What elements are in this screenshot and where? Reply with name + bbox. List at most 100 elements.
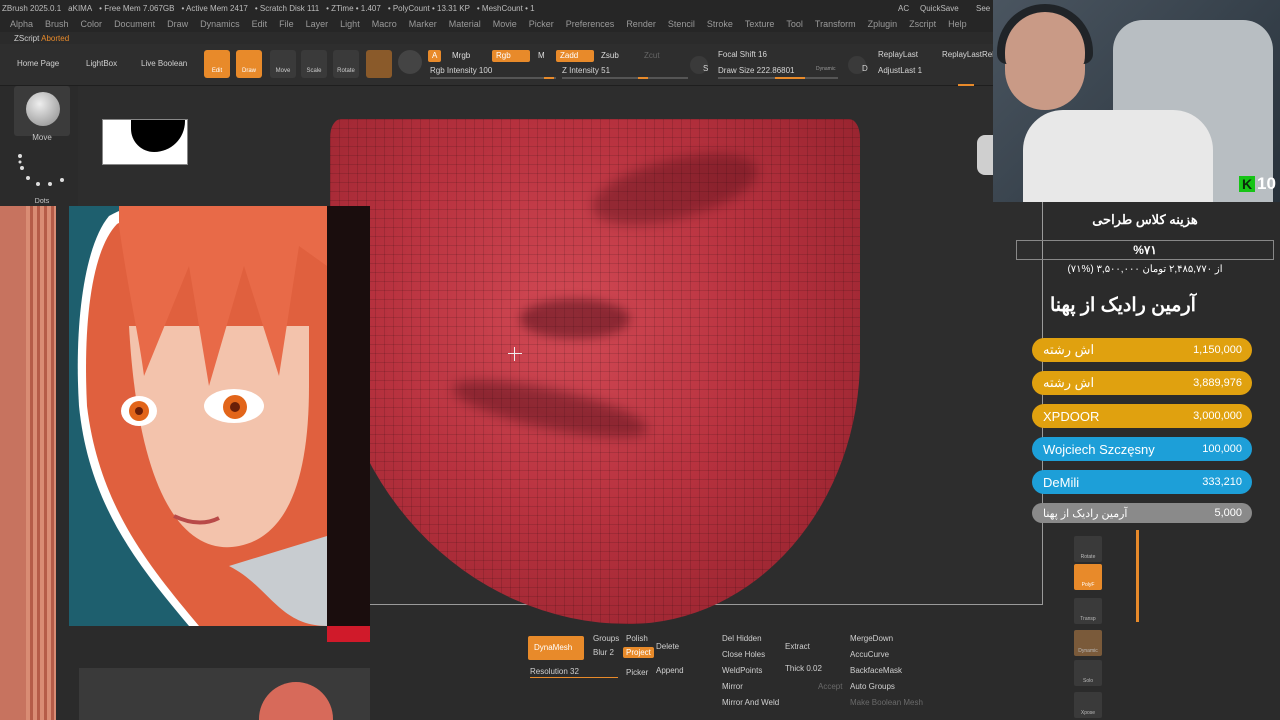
make-boolean-mesh-button[interactable]: Make Boolean Mesh bbox=[850, 698, 923, 707]
rgb-toggle[interactable]: Rgb bbox=[492, 50, 530, 62]
menu-item[interactable]: Transform bbox=[815, 19, 856, 29]
menu-item[interactable]: Light bbox=[340, 19, 360, 29]
menu-item[interactable]: Document bbox=[114, 19, 155, 29]
z-intensity-slider[interactable]: Z Intensity 51 bbox=[562, 66, 610, 75]
brush-thumbnail[interactable] bbox=[14, 86, 70, 136]
live-boolean-button[interactable]: Live Boolean bbox=[141, 59, 187, 68]
auto-groups-button[interactable]: Auto Groups bbox=[850, 682, 895, 691]
weldpoints-button[interactable]: WeldPoints bbox=[722, 666, 762, 675]
rgb-intensity-slider[interactable]: Rgb Intensity 100 bbox=[430, 66, 492, 75]
menu-item[interactable]: Draw bbox=[167, 19, 188, 29]
menu-item[interactable]: Edit bbox=[252, 19, 268, 29]
rotate-mode-button[interactable]: Rotate bbox=[333, 50, 359, 78]
menu-item[interactable]: Dynamics bbox=[200, 19, 240, 29]
polish-toggle[interactable]: Polish bbox=[626, 634, 648, 643]
a-toggle[interactable]: A bbox=[428, 50, 442, 62]
nose-shadow bbox=[520, 299, 630, 339]
adjust-last-slider[interactable]: AdjustLast 1 bbox=[878, 66, 922, 75]
dynamic-toggle[interactable]: Dynamic bbox=[816, 66, 835, 72]
del-hidden-button[interactable]: Del Hidden bbox=[722, 634, 762, 643]
resolution-slider[interactable]: Resolution 32 bbox=[530, 667, 579, 676]
menu-item[interactable]: Brush bbox=[45, 19, 69, 29]
thick-slider[interactable]: Thick 0.02 bbox=[785, 664, 822, 673]
replay-last-button[interactable]: ReplayLast bbox=[878, 50, 918, 59]
dynamic-button[interactable]: Dynamic bbox=[1074, 630, 1102, 656]
menu-item[interactable]: Stroke bbox=[707, 19, 733, 29]
menu-item[interactable]: Stencil bbox=[668, 19, 695, 29]
free-mem: • Free Mem 7.067GB bbox=[99, 3, 175, 13]
gradient-icon[interactable] bbox=[398, 50, 422, 74]
menu-item[interactable]: Material bbox=[449, 19, 481, 29]
menu-item[interactable]: File bbox=[279, 19, 294, 29]
menu-item[interactable]: Movie bbox=[493, 19, 517, 29]
alpha-sketch-thumbnail[interactable] bbox=[102, 119, 188, 165]
quicksave-button[interactable]: QuickSave bbox=[920, 4, 959, 13]
dynamesh-button[interactable]: DynaMesh bbox=[528, 636, 584, 660]
delete-button[interactable]: Delete bbox=[656, 642, 679, 651]
kick-logo-icon: K bbox=[1239, 176, 1255, 192]
material-icon[interactable] bbox=[366, 50, 392, 78]
rotate-button[interactable]: Rotate bbox=[1074, 536, 1102, 562]
ac-button[interactable]: AC bbox=[898, 4, 909, 13]
see-through-button[interactable]: See bbox=[976, 4, 990, 13]
donor-amount: 3,889,976 bbox=[1193, 377, 1242, 389]
zcut-toggle[interactable]: Zcut bbox=[640, 50, 664, 62]
menu-item[interactable]: Render bbox=[626, 19, 656, 29]
draw-size-slider[interactable]: Draw Size 222.86801 bbox=[718, 66, 795, 75]
sculpt-mesh-face[interactable] bbox=[330, 119, 860, 624]
stroke-thumbnail[interactable] bbox=[14, 148, 70, 198]
mirror-button[interactable]: Mirror bbox=[722, 682, 743, 691]
close-holes-button[interactable]: Close Holes bbox=[722, 650, 765, 659]
focal-shift-slider[interactable]: Focal Shift 16 bbox=[718, 50, 767, 59]
lightbox-button[interactable]: LightBox bbox=[86, 59, 117, 68]
project-toggle[interactable]: Project bbox=[623, 647, 654, 658]
menu-item[interactable]: Help bbox=[948, 19, 967, 29]
menu-item[interactable]: Alpha bbox=[10, 19, 33, 29]
active-mem: • Active Mem 2417 bbox=[181, 3, 248, 13]
m-toggle[interactable]: M bbox=[534, 50, 549, 62]
groups-toggle[interactable]: Groups bbox=[593, 634, 619, 643]
accucurve-toggle[interactable]: AccuCurve bbox=[850, 650, 889, 659]
zscript-state: Aborted bbox=[41, 34, 70, 43]
replay-last-rel-button[interactable]: ReplayLastRel bbox=[942, 50, 994, 59]
move-mode-button[interactable]: Move bbox=[270, 50, 296, 78]
menu-item[interactable]: Color bbox=[81, 19, 103, 29]
menu-item[interactable]: Macro bbox=[372, 19, 397, 29]
scale-mode-button[interactable]: Scale bbox=[301, 50, 327, 78]
solo-button[interactable]: Solo bbox=[1074, 660, 1102, 686]
polyf-button[interactable]: PolyF bbox=[1074, 564, 1102, 590]
edit-mode-button[interactable]: Edit bbox=[204, 50, 230, 78]
menu-item[interactable]: Texture bbox=[745, 19, 775, 29]
picker-button[interactable]: Picker bbox=[626, 668, 648, 677]
home-page-button[interactable]: Home Page bbox=[17, 59, 59, 68]
s-label: S bbox=[703, 64, 709, 73]
zadd-toggle[interactable]: Zadd bbox=[556, 50, 594, 62]
mrgb-toggle[interactable]: Mrgb bbox=[448, 50, 474, 62]
menu-item[interactable]: Tool bbox=[786, 19, 803, 29]
mirror-and-weld-button[interactable]: Mirror And Weld bbox=[722, 698, 779, 707]
menu-item[interactable]: Zplugin bbox=[868, 19, 898, 29]
xpose-button[interactable]: Xpose bbox=[1074, 692, 1102, 718]
accept-button[interactable]: Accept bbox=[818, 682, 842, 691]
wireframe-overlay bbox=[330, 119, 860, 624]
merge-down-button[interactable]: MergeDown bbox=[850, 634, 893, 643]
donor-row: اش رشته 1,150,000 bbox=[1032, 338, 1252, 362]
app-version: ZBrush 2025.0.1 bbox=[2, 3, 62, 13]
scroll-indicator[interactable] bbox=[1136, 530, 1139, 622]
zsub-toggle[interactable]: Zsub bbox=[597, 50, 623, 62]
menu-item[interactable]: Preferences bbox=[566, 19, 615, 29]
scratch-disk: • Scratch Disk 111 bbox=[254, 3, 320, 13]
viewer-count: 10 bbox=[1257, 174, 1276, 193]
menu-item[interactable]: Zscript bbox=[909, 19, 936, 29]
extract-button[interactable]: Extract bbox=[785, 642, 810, 651]
backface-mask-toggle[interactable]: BackfaceMask bbox=[850, 666, 902, 675]
z-intensity-track bbox=[562, 77, 688, 79]
append-button[interactable]: Append bbox=[656, 666, 684, 675]
draw-mode-button[interactable]: Draw bbox=[236, 50, 262, 78]
menu-item[interactable]: Marker bbox=[409, 19, 437, 29]
donor-amount: 333,210 bbox=[1202, 476, 1242, 488]
blur-slider[interactable]: Blur 2 bbox=[593, 648, 614, 657]
menu-item[interactable]: Picker bbox=[529, 19, 554, 29]
menu-item[interactable]: Layer bbox=[306, 19, 329, 29]
transp-button[interactable]: Transp bbox=[1074, 598, 1102, 624]
